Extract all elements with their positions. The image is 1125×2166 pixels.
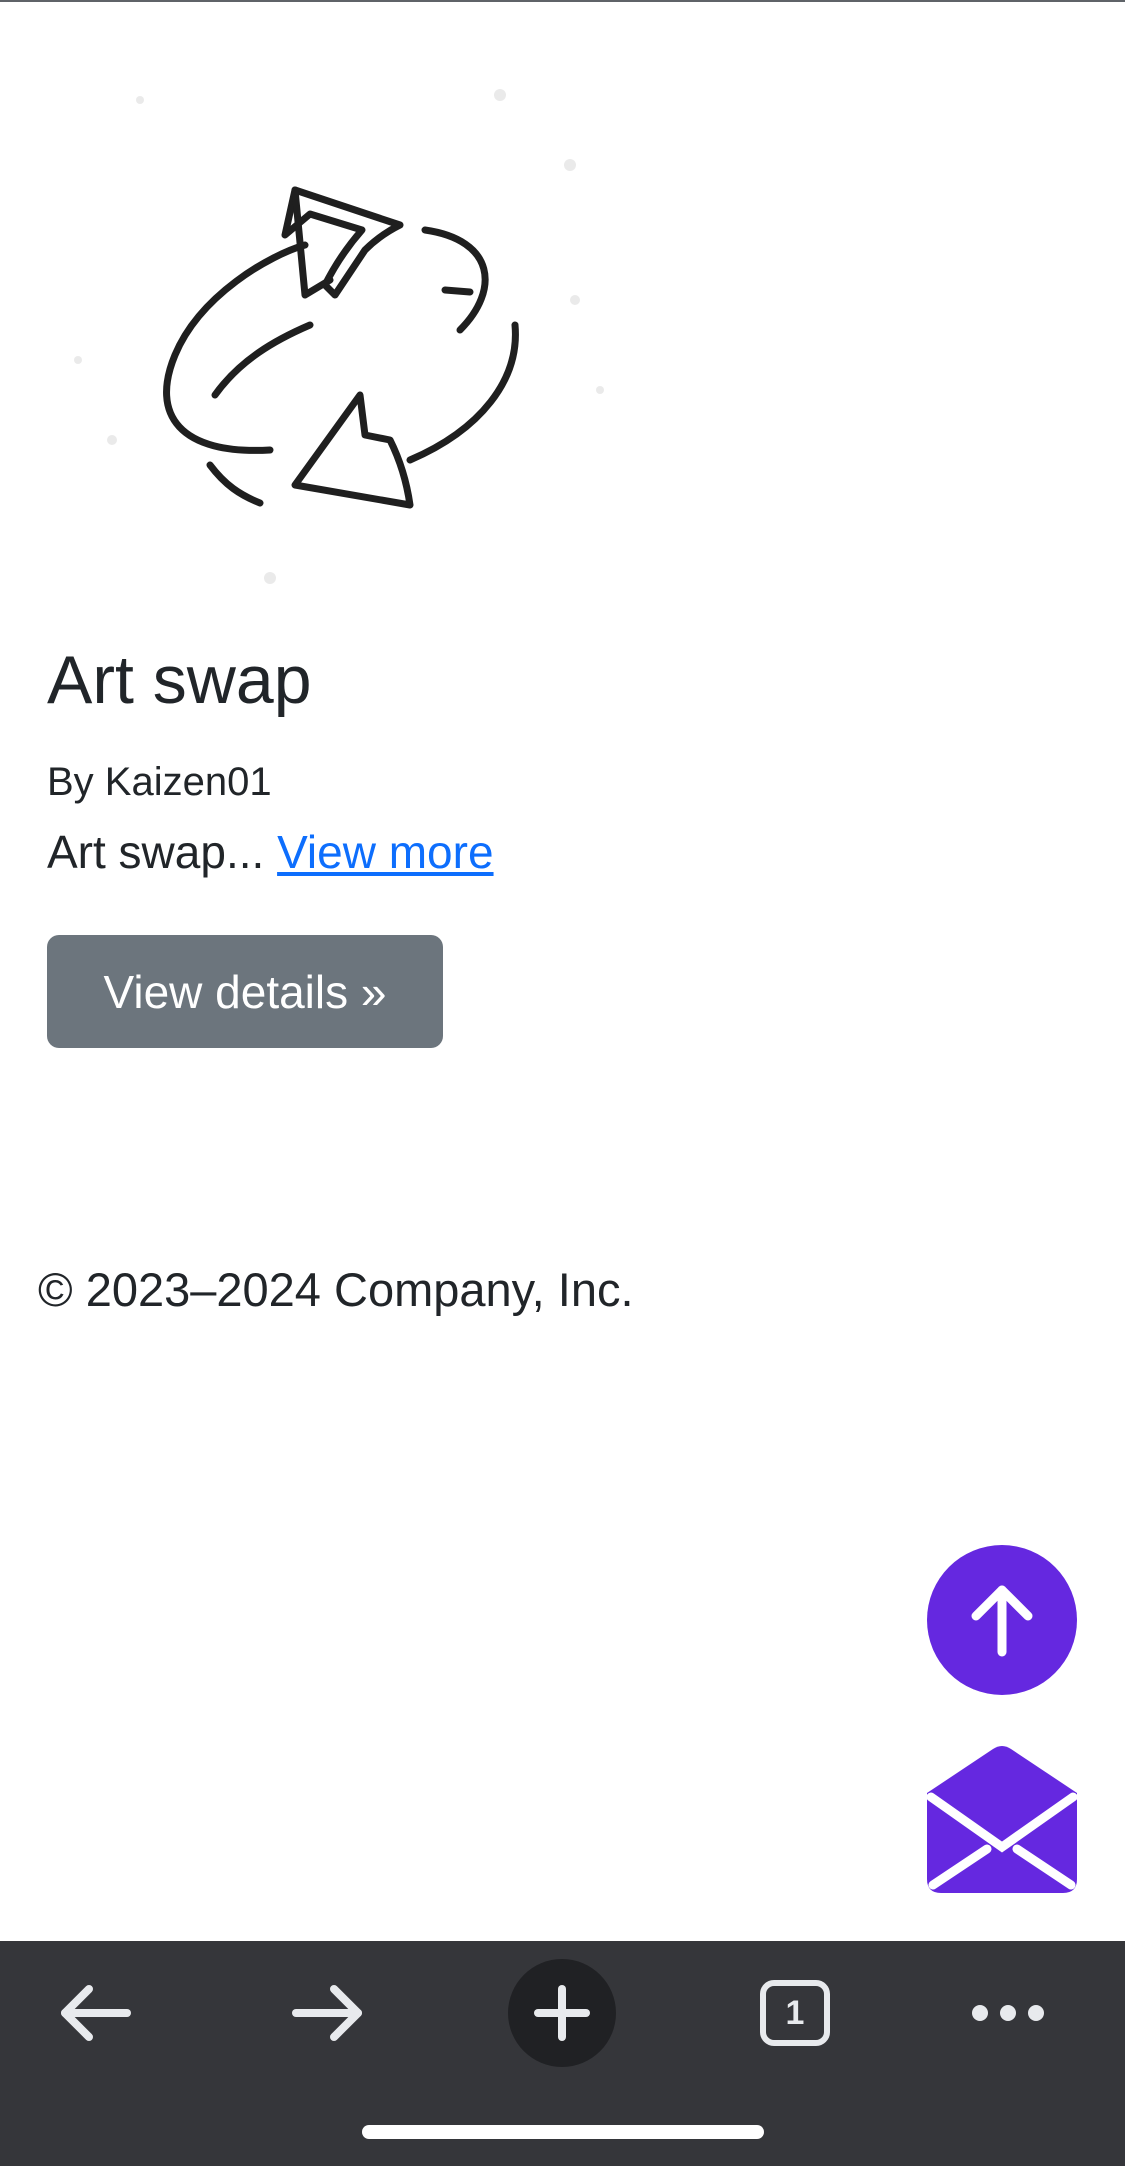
plus-icon (534, 1985, 590, 2041)
new-tab-circle (508, 1959, 616, 2067)
new-tab-button[interactable] (502, 1953, 622, 2073)
card-description-text: Art swap... (47, 826, 265, 878)
card-image (40, 40, 620, 610)
tab-count: 1 (760, 1980, 830, 2046)
card-description: Art swap... View more (47, 822, 494, 882)
forward-button[interactable] (268, 1953, 388, 2073)
footer-copyright: © 2023–2024 Company, Inc. (38, 1263, 634, 1316)
arrow-up-icon (971, 1585, 1033, 1657)
arrow-right-icon (292, 1985, 362, 2041)
envelope-open-icon (927, 1746, 1077, 1893)
tab-switcher-button[interactable]: 1 (735, 1953, 855, 2073)
card-author: By Kaizen01 (47, 760, 272, 804)
browser-toolbar: 1 (0, 1941, 1125, 2166)
back-button[interactable] (35, 1953, 155, 2073)
scroll-to-top-button[interactable] (927, 1545, 1077, 1695)
view-details-button[interactable]: View details » (47, 935, 443, 1048)
more-horizontal-icon (972, 2005, 1044, 2021)
view-more-link[interactable]: View more (277, 826, 493, 878)
contact-mail-button[interactable] (927, 1745, 1077, 1893)
swap-arrows-icon (74, 89, 604, 584)
arrow-left-icon (61, 1985, 131, 2041)
card-title: Art swap (47, 642, 312, 718)
menu-button[interactable] (948, 1953, 1068, 2073)
home-indicator[interactable] (362, 2125, 764, 2139)
top-divider (0, 0, 1125, 2)
